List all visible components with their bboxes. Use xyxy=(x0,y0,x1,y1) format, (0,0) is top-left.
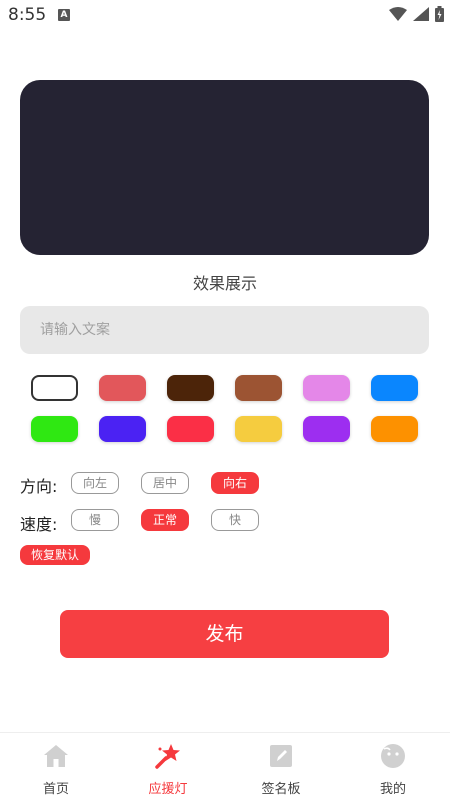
color-swatch-indigo[interactable] xyxy=(99,416,146,442)
color-swatch-green[interactable] xyxy=(31,416,78,442)
signature-pad-icon xyxy=(270,745,292,767)
direction-label: 方向: xyxy=(20,477,58,496)
tab-signature[interactable]: 签名板 xyxy=(225,733,337,801)
tab-cheer-light[interactable]: 应援灯 xyxy=(112,733,224,801)
color-swatch-red[interactable] xyxy=(167,416,214,442)
profile-face-icon xyxy=(381,744,405,768)
preview-caption: 效果展示 xyxy=(192,274,257,293)
speed-normal-option[interactable]: 正常 xyxy=(141,509,189,531)
color-swatch-blue[interactable] xyxy=(371,375,418,401)
color-swatch-yellow[interactable] xyxy=(235,416,282,442)
publish-button[interactable]: 发布 xyxy=(60,610,389,658)
signal-icon xyxy=(413,7,429,21)
speed-slow-option[interactable]: 慢 xyxy=(71,509,119,531)
color-swatch-dark-brown[interactable] xyxy=(167,375,214,401)
tab-mine-label: 我的 xyxy=(379,782,406,797)
home-icon xyxy=(44,745,68,767)
speed-label: 速度: xyxy=(20,515,58,534)
color-swatch-purple[interactable] xyxy=(303,416,350,442)
bottom-tab-bar: 首页 应援灯 签名板 我的 xyxy=(0,732,450,801)
color-swatch-white[interactable] xyxy=(31,375,78,401)
tab-home-label: 首页 xyxy=(42,782,69,797)
tab-signature-label: 签名板 xyxy=(261,782,301,797)
text-input[interactable] xyxy=(20,306,429,354)
reset-default-button[interactable]: 恢复默认 xyxy=(20,545,90,565)
direction-left-option[interactable]: 向左 xyxy=(71,472,119,494)
tab-home[interactable]: 首页 xyxy=(0,733,112,801)
status-time: 8:55 xyxy=(8,5,47,25)
tab-cheer-light-label: 应援灯 xyxy=(148,782,188,797)
color-swatch-brown[interactable] xyxy=(235,375,282,401)
direction-right-option[interactable]: 向右 xyxy=(211,472,259,494)
color-swatch-coral[interactable] xyxy=(99,375,146,401)
speed-fast-option[interactable]: 快 xyxy=(211,509,259,531)
wifi-icon xyxy=(389,7,407,21)
direction-center-option[interactable]: 居中 xyxy=(141,472,189,494)
tab-mine[interactable]: 我的 xyxy=(337,733,449,801)
status-icons xyxy=(389,6,444,22)
status-bar: 8:55 A xyxy=(0,0,450,32)
notification-a-icon: A xyxy=(58,9,70,21)
battery-icon xyxy=(435,6,444,22)
star-wand-icon xyxy=(155,744,180,769)
color-swatch-pink[interactable] xyxy=(303,375,350,401)
color-swatch-orange[interactable] xyxy=(371,416,418,442)
effect-preview-panel xyxy=(20,80,429,255)
